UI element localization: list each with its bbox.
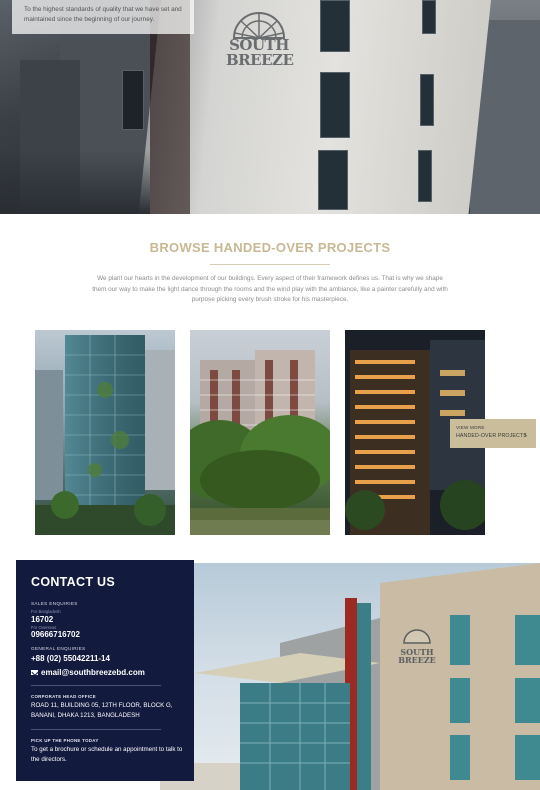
sales-enquiries-label: SALES ENQUIRIES — [31, 601, 78, 606]
heading-divider — [210, 264, 330, 265]
hero-image: SOUTH BREEZE To the highest standards of… — [0, 0, 540, 214]
overseas-phone-link[interactable]: 09666716702 — [31, 630, 80, 639]
sign-text: SOUTH BREEZE — [226, 36, 294, 69]
south-breeze-sign: SOUTH BREEZE — [226, 0, 294, 80]
browse-projects-heading: BROWSE HANDED-OVER PROJECTS — [149, 240, 391, 255]
mail-icon — [31, 670, 38, 675]
hero-caption: To the highest standards of quality that… — [12, 0, 194, 34]
project-image-lakeside-towers — [190, 350, 330, 535]
divider — [31, 685, 161, 686]
project-card-2[interactable] — [190, 330, 330, 535]
page: SOUTH BREEZE To the highest standards of… — [0, 0, 540, 790]
email-row[interactable]: email@southbreezebd.com — [31, 668, 145, 677]
contact-heading: CONTACT US — [31, 575, 116, 589]
office-building-image: SOUTH BREEZE — [160, 563, 540, 790]
svg-text:BREEZE: BREEZE — [398, 655, 436, 665]
phone-label: PICK UP THE PHONE TODAY — [31, 738, 99, 743]
sunburst-logo-icon — [232, 12, 286, 39]
head-office-address: ROAD 11, BUILDING 05, 12TH FLOOR, BLOCK … — [31, 702, 173, 719]
handed-over-projects-label: HANDED-OVER PROJECTS — [456, 433, 527, 439]
head-office-label: CORPORATE HEAD OFFICE — [31, 694, 97, 699]
bangladesh-phone-link[interactable]: 16702 — [31, 615, 53, 624]
view-more-label: VIEW MORE — [456, 425, 485, 430]
chevron-right-icon: › — [524, 432, 527, 439]
general-enquiries-label: GENERAL ENQUIRIES — [31, 646, 86, 651]
hero-caption-text: To the highest standards of quality that… — [24, 6, 182, 23]
phone-description: To get a brochure or schedule an appoint… — [31, 746, 183, 763]
browse-description: We plant our hearts in the development o… — [92, 275, 448, 303]
email-link[interactable]: email@southbreezebd.com — [41, 668, 145, 677]
project-image-glass-tower — [35, 335, 175, 535]
project-card-1[interactable] — [35, 330, 175, 535]
contact-panel: CONTACT US SALES ENQUIRIES For Banglades… — [16, 560, 194, 781]
view-more-projects-button[interactable]: VIEW MORE HANDED-OVER PROJECTS › — [450, 419, 536, 448]
bangladesh-sublabel: For Bangladesh — [31, 609, 61, 614]
divider — [31, 729, 161, 730]
general-phone-link[interactable]: +88 (02) 55042211-14 — [31, 654, 110, 663]
